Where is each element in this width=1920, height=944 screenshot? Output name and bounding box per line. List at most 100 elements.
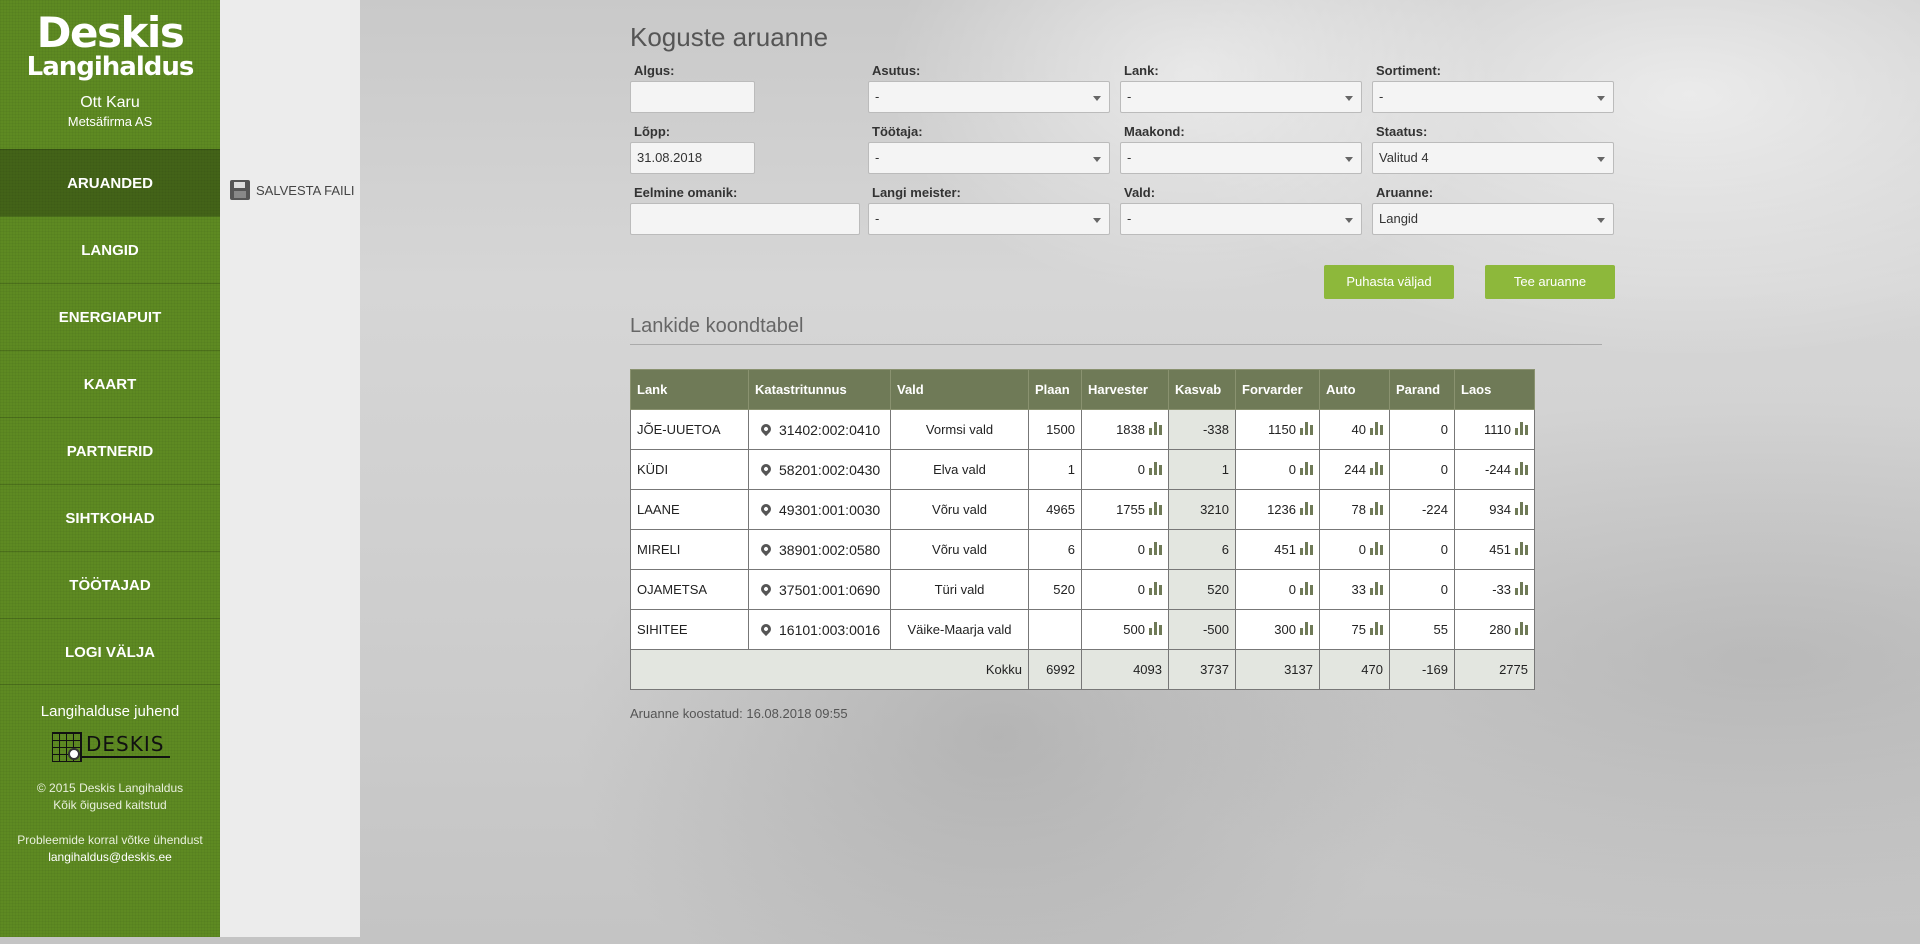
asutus-select[interactable]: - [868,81,1110,113]
bar-chart-icon[interactable] [1515,462,1528,475]
clear-fields-button[interactable]: Puhasta väljad [1324,265,1454,299]
bar-chart-icon[interactable] [1300,422,1313,435]
bar-chart-icon[interactable] [1149,542,1162,555]
sortiment-select[interactable]: - [1372,81,1614,113]
lank-select[interactable]: - [1120,81,1362,113]
col-header-lank[interactable]: Lank [630,369,749,410]
katastritunnus-value: 37501:001:0690 [779,581,881,598]
cell-parand: -224 [1389,489,1455,530]
aruanne-label: Aruanne: [1376,185,1434,200]
map-pin-icon[interactable] [758,421,774,436]
bar-chart-icon[interactable] [1370,502,1383,515]
bar-chart-icon[interactable] [1515,422,1528,435]
deskis-logo[interactable]: DESKIS [50,728,170,764]
maakond-select[interactable]: - [1120,142,1362,174]
cell-harvester: 0 [1081,569,1169,610]
table-row: OJAMETSA 37501:001:0690 Türi vald 520 0 520 0 3… [630,569,1535,610]
bar-chart-icon[interactable] [1300,542,1313,555]
col-header-laos[interactable]: Laos [1454,369,1535,410]
eelmine-omanik-input[interactable] [630,203,860,235]
bar-chart-icon[interactable] [1515,582,1528,595]
guide-link[interactable]: Langihalduse juhend [0,703,220,720]
cell-kasvab: 6 [1168,529,1236,570]
col-header-katastritunnus[interactable]: Katastritunnus [748,369,891,410]
auto-value: 33 [1351,582,1366,597]
nav-item-kaart[interactable]: KAART [0,350,220,417]
save-file-button[interactable]: SALVESTA FAILI [230,180,355,200]
nav-item-sihtkohad[interactable]: SIHTKOHAD [0,484,220,551]
forvarder-value: 1150 [1268,422,1296,437]
bar-chart-icon[interactable] [1515,622,1528,635]
forvarder-value: 451 [1274,542,1296,557]
langi-meister-select[interactable]: - [868,203,1110,235]
laos-value: -244 [1484,462,1511,477]
aruanne-select[interactable]: Langid [1372,203,1614,235]
bar-chart-icon[interactable] [1149,502,1162,515]
nav-item-partnerid[interactable]: PARTNERID [0,417,220,484]
cell-katastritunnus[interactable]: 16101:003:0016 [748,609,891,650]
cell-kasvab: 3210 [1168,489,1236,530]
map-pin-icon[interactable] [758,501,774,516]
cell-kasvab: 520 [1168,569,1236,610]
col-header-auto[interactable]: Auto [1319,369,1390,410]
filter-aruanne: Aruanne: Langid [1372,185,1614,235]
bar-chart-icon[interactable] [1370,542,1383,555]
bar-chart-icon[interactable] [1300,502,1313,515]
make-report-button[interactable]: Tee aruanne [1485,265,1615,299]
cell-vald: Türi vald [890,569,1029,610]
bar-chart-icon[interactable] [1149,462,1162,475]
tootaja-select[interactable]: - [868,142,1110,174]
support-email-link[interactable]: langihaldus@deskis.ee [0,849,220,866]
cell-lank: JÕE-UUETOA [630,409,749,450]
lopp-date-input[interactable]: 31.08.2018 [630,142,755,174]
staatus-select[interactable]: Valitud 4 [1372,142,1614,174]
bar-chart-icon[interactable] [1515,542,1528,555]
cell-forvarder: 1150 [1235,409,1320,450]
cell-katastritunnus[interactable]: 49301:001:0030 [748,489,891,530]
col-header-forvarder[interactable]: Forvarder [1235,369,1320,410]
cell-katastritunnus[interactable]: 31402:002:0410 [748,409,891,450]
col-header-harvester[interactable]: Harvester [1081,369,1169,410]
cell-katastritunnus[interactable]: 37501:001:0690 [748,569,891,610]
algus-date-input[interactable] [630,81,755,113]
col-header-vald[interactable]: Vald [890,369,1029,410]
sortiment-label: Sortiment: [1376,63,1441,78]
contact-text: Probleemide korral võtke ühendust [17,833,203,847]
bar-chart-icon[interactable] [1370,582,1383,595]
bar-chart-icon[interactable] [1149,582,1162,595]
cell-plaan: 6 [1028,529,1082,570]
map-pin-icon[interactable] [758,461,774,476]
bar-chart-icon[interactable] [1370,422,1383,435]
cell-katastritunnus[interactable]: 38901:002:0580 [748,529,891,570]
nav-item-energiapuit[interactable]: ENERGIAPUIT [0,283,220,350]
vald-select[interactable]: - [1120,203,1362,235]
cell-auto: 33 [1319,569,1390,610]
cell-laos: 451 [1454,529,1535,570]
col-header-plaan[interactable]: Plaan [1028,369,1082,410]
bar-chart-icon[interactable] [1149,422,1162,435]
katastritunnus-value: 58201:002:0430 [779,461,881,478]
nav-item-aruanded[interactable]: ARUANDED [0,149,220,216]
map-pin-icon[interactable] [758,581,774,596]
nav-item-logout[interactable]: LOGI VÄLJA [0,618,220,685]
bar-chart-icon[interactable] [1300,462,1313,475]
app-logo[interactable]: Deskis Langihaldus [0,0,220,81]
cell-parand: 0 [1389,449,1455,490]
col-header-parand[interactable]: Parand [1389,369,1455,410]
bar-chart-icon[interactable] [1149,622,1162,635]
bar-chart-icon[interactable] [1300,582,1313,595]
bar-chart-icon[interactable] [1370,622,1383,635]
nav-item-tootajad[interactable]: TÖÖTAJAD [0,551,220,618]
bar-chart-icon[interactable] [1515,502,1528,515]
cell-parand: 0 [1389,529,1455,570]
col-header-kasvab[interactable]: Kasvab [1168,369,1236,410]
bar-chart-icon[interactable] [1300,622,1313,635]
cell-lank: KÜDI [630,449,749,490]
langi-meister-label: Langi meister: [872,185,961,200]
nav-item-langid[interactable]: LANGID [0,216,220,283]
cell-forvarder: 300 [1235,609,1320,650]
map-pin-icon[interactable] [758,621,774,636]
map-pin-icon[interactable] [758,541,774,556]
cell-katastritunnus[interactable]: 58201:002:0430 [748,449,891,490]
bar-chart-icon[interactable] [1370,462,1383,475]
